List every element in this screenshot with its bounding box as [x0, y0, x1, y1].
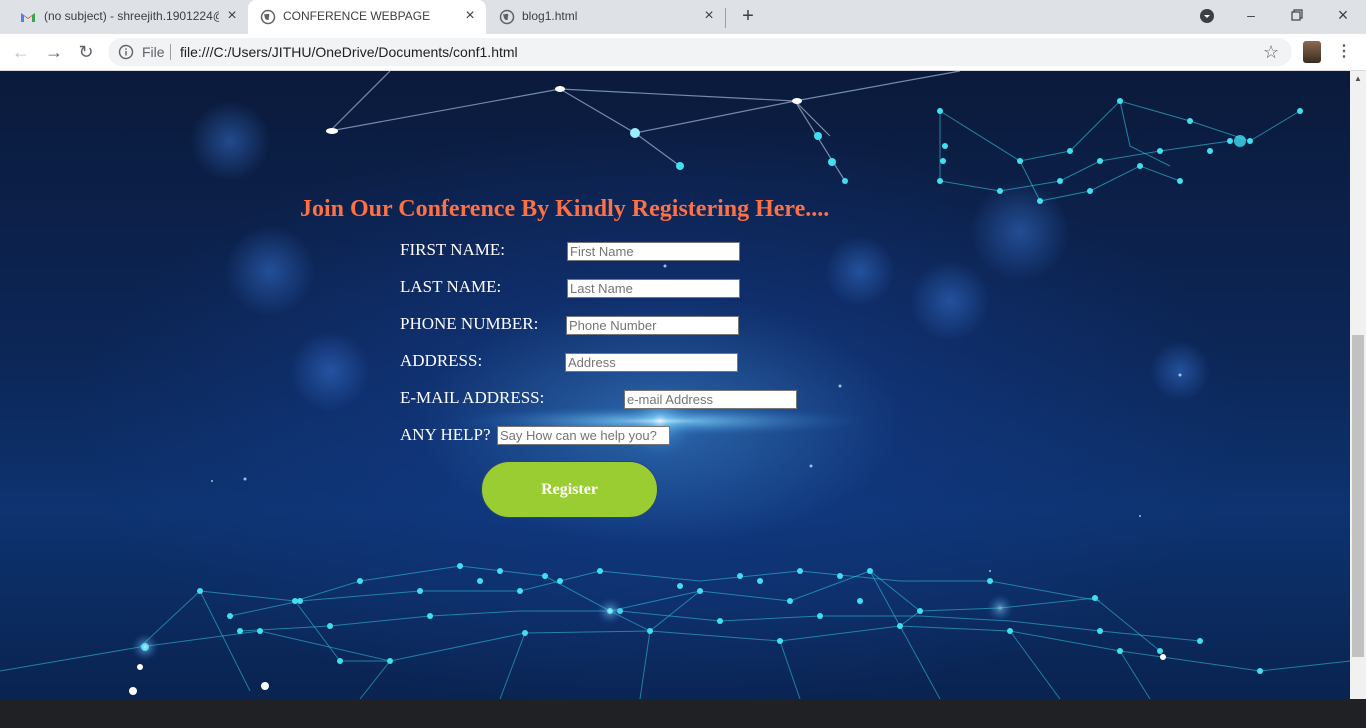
first-name-label: FIRST NAME:: [400, 240, 506, 259]
scheme-label: File: [142, 44, 165, 60]
page-viewport: Join Our Conference By Kindly Registerin…: [0, 71, 1350, 699]
menu-icon[interactable]: ⋮: [1336, 43, 1352, 61]
globe-icon: [260, 9, 276, 25]
tab-divider: [725, 8, 726, 28]
tab-title: (no subject) - shreejith.1901224@: [44, 9, 219, 23]
help-label: ANY HELP?: [400, 425, 491, 444]
last-name-input[interactable]: [567, 279, 740, 298]
minimize-icon[interactable]: –: [1236, 5, 1266, 27]
reload-icon[interactable]: ↻: [74, 41, 98, 63]
url-text[interactable]: file:///C:/Users/JITHU/OneDrive/Document…: [180, 44, 518, 60]
first-name-input[interactable]: [567, 242, 740, 261]
toolbar: ← → ↻ File file:///C:/Users/JITHU/OneDri…: [0, 34, 1366, 71]
info-icon[interactable]: [118, 44, 134, 60]
gmail-icon: [20, 9, 36, 25]
omnibox-divider: [170, 44, 171, 60]
tab-title: blog1.html: [522, 9, 578, 23]
back-icon[interactable]: ←: [9, 41, 33, 63]
close-tab-icon[interactable]: ×: [462, 8, 478, 25]
address-input[interactable]: [565, 353, 738, 372]
email-label: E-MAIL ADDRESS:: [400, 388, 545, 407]
close-window-icon[interactable]: ×: [1328, 5, 1358, 27]
restore-icon[interactable]: [1282, 5, 1312, 27]
tab-title: CONFERENCE WEBPAGE: [283, 9, 431, 23]
tab-search-icon[interactable]: [1192, 5, 1222, 27]
bookmark-star-icon[interactable]: ☆: [1263, 41, 1279, 63]
avatar[interactable]: [1303, 41, 1321, 63]
close-tab-icon[interactable]: ×: [701, 8, 717, 25]
tab-blog[interactable]: blog1.html ×: [487, 0, 725, 34]
address-label: ADDRESS:: [400, 351, 483, 370]
tab-conference[interactable]: CONFERENCE WEBPAGE ×: [248, 0, 486, 34]
globe-icon: [499, 9, 515, 25]
close-tab-icon[interactable]: ×: [224, 8, 240, 25]
last-name-label: LAST NAME:: [400, 277, 502, 296]
forward-icon[interactable]: →: [42, 41, 66, 63]
tab-gmail[interactable]: (no subject) - shreejith.1901224@ ×: [0, 0, 247, 34]
phone-label: PHONE NUMBER:: [400, 314, 539, 333]
address-bar[interactable]: File file:///C:/Users/JITHU/OneDrive/Doc…: [108, 38, 1292, 66]
network-background: [0, 71, 1350, 699]
help-input[interactable]: [497, 426, 670, 445]
email-input[interactable]: [624, 390, 797, 409]
page-heading: Join Our Conference By Kindly Registerin…: [300, 196, 830, 222]
bottom-bar: [0, 699, 1366, 728]
new-tab-button[interactable]: +: [737, 6, 759, 27]
scroll-up-icon[interactable]: ▲: [1350, 71, 1366, 87]
register-button[interactable]: Register: [481, 461, 658, 518]
phone-input[interactable]: [566, 316, 739, 335]
scroll-thumb[interactable]: [1352, 335, 1364, 657]
tab-strip: (no subject) - shreejith.1901224@ × CONF…: [0, 0, 1366, 34]
